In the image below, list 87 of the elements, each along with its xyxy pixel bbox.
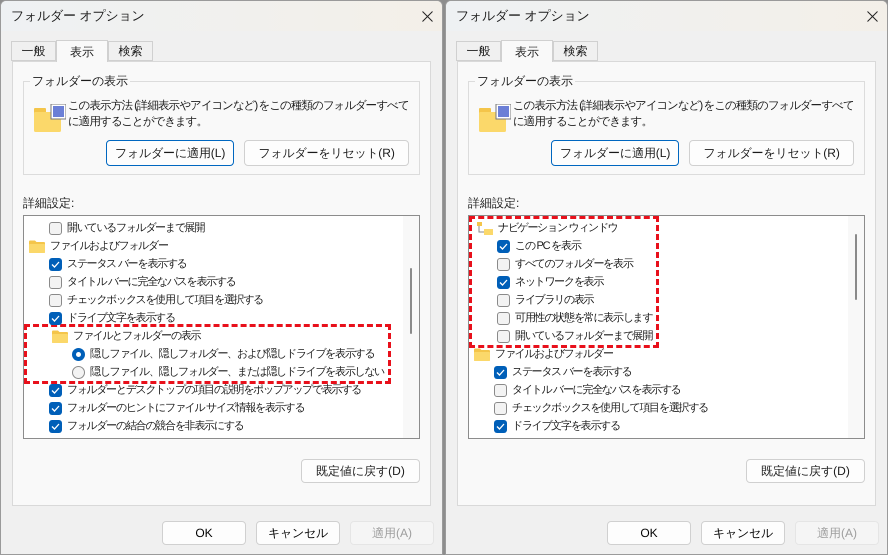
checkbox[interactable] bbox=[494, 384, 507, 396]
window-title: フォルダー オプション bbox=[456, 7, 590, 26]
close-icon bbox=[422, 10, 432, 22]
group-label: ナビゲーション ウィンドウ bbox=[498, 220, 618, 236]
checkbox[interactable] bbox=[497, 258, 510, 270]
checkbox[interactable] bbox=[494, 366, 507, 378]
checkbox[interactable] bbox=[49, 276, 62, 288]
check-icon bbox=[51, 386, 60, 394]
group-label: ファイルおよびフォルダー bbox=[50, 238, 168, 254]
radio-button[interactable] bbox=[72, 348, 85, 360]
advanced-label: 詳細設定: bbox=[468, 195, 520, 211]
tab[interactable]: 検索 bbox=[553, 41, 598, 61]
checkbox[interactable] bbox=[497, 240, 510, 252]
checkbox[interactable] bbox=[49, 312, 62, 324]
dialog-button[interactable]: キャンセル bbox=[256, 521, 340, 545]
setting-label: タイトル バーに完全なパスを表示する bbox=[67, 274, 236, 290]
dialog-button[interactable]: キャンセル bbox=[701, 521, 785, 545]
folder-icon bbox=[474, 348, 490, 360]
checkbox[interactable] bbox=[494, 420, 507, 432]
tab[interactable]: 検索 bbox=[108, 41, 153, 61]
scrollbar[interactable] bbox=[848, 216, 864, 438]
advanced-label: 詳細設定: bbox=[23, 195, 76, 211]
restore-defaults-button[interactable]: 既定値に戻す(D) bbox=[746, 459, 865, 483]
setting-label: フォルダーのヒントにファイル サイズ情報を表示する bbox=[67, 400, 304, 416]
checkbox[interactable] bbox=[497, 294, 510, 306]
setting-label: 隠しファイル、隠しフォルダー、または隠しドライブを表示しない bbox=[90, 364, 384, 380]
close-icon bbox=[866, 10, 878, 22]
check-icon bbox=[51, 260, 60, 268]
check-icon bbox=[51, 404, 60, 412]
setting-label: ライブラリの表示 bbox=[515, 292, 594, 308]
setting-label: 可用性の状態を常に表示します bbox=[515, 310, 652, 326]
tab[interactable]: 表示 bbox=[56, 40, 108, 62]
tab[interactable]: 一般 bbox=[11, 41, 56, 61]
checkbox[interactable] bbox=[49, 420, 62, 432]
setting-label: チェックボックスを使用して項目を選択する bbox=[67, 292, 264, 308]
dialog-button[interactable]: OK bbox=[607, 521, 691, 545]
group-title: フォルダーの表示 bbox=[475, 73, 575, 89]
folder-button[interactable]: フォルダーをリセット(R) bbox=[689, 140, 854, 166]
setting-label: ドライブ文字を表示する bbox=[67, 310, 175, 326]
window-title: フォルダー オプション bbox=[11, 7, 145, 26]
group-label: ファイルおよびフォルダー bbox=[495, 346, 613, 362]
setting-label: 開いているフォルダーまで展開 bbox=[515, 328, 652, 344]
dialog-button[interactable]: OK bbox=[162, 521, 246, 545]
setting-label: ステータス バーを表示する bbox=[512, 364, 632, 380]
setting-label: フォルダーの結合の競合を非表示にする bbox=[67, 418, 244, 434]
setting-label: 開いているフォルダーまで展開 bbox=[67, 220, 204, 236]
check-icon bbox=[51, 422, 60, 430]
check-icon bbox=[499, 242, 508, 250]
tab[interactable]: 表示 bbox=[501, 40, 553, 62]
setting-label: フォルダーとデスクトップの項目の説明をポップアップで表示する bbox=[67, 382, 362, 398]
folder-icon bbox=[29, 240, 45, 252]
check-icon bbox=[499, 278, 508, 286]
check-icon bbox=[51, 314, 60, 322]
tree-folder-icon bbox=[477, 222, 493, 234]
setting-label: すべてのフォルダーを表示 bbox=[515, 256, 633, 272]
checkbox[interactable] bbox=[497, 330, 510, 342]
tab[interactable]: 一般 bbox=[456, 41, 501, 61]
group-label: ファイルとフォルダーの表示 bbox=[73, 328, 200, 344]
setting-label: 隠しファイル、隠しフォルダー、および隠しドライブを表示する bbox=[90, 346, 374, 362]
description-text: この表示方法 (詳細表示やアイコンなど) をこの種類のフォルダーすべてに適用することができます。 bbox=[68, 98, 409, 130]
setting-label: ドライブ文字を表示する bbox=[512, 418, 620, 434]
folder-button[interactable]: フォルダーをリセット(R) bbox=[244, 140, 409, 166]
folder-grid-icon bbox=[34, 104, 66, 132]
folder-button[interactable]: フォルダーに適用(L) bbox=[106, 140, 234, 166]
checkbox[interactable] bbox=[49, 402, 62, 414]
folder-button[interactable]: フォルダーに適用(L) bbox=[551, 140, 680, 166]
folder-icon bbox=[52, 330, 68, 342]
check-icon bbox=[496, 422, 505, 430]
checkbox[interactable] bbox=[49, 384, 62, 396]
setting-label: ステータス バーを表示する bbox=[67, 256, 186, 272]
setting-label: チェックボックスを使用して項目を選択する bbox=[512, 400, 708, 416]
setting-label: タイトル バーに完全なパスを表示する bbox=[512, 382, 680, 398]
restore-defaults-button[interactable]: 既定値に戻す(D) bbox=[301, 459, 420, 483]
scrollbar[interactable] bbox=[403, 216, 419, 438]
checkbox[interactable] bbox=[49, 222, 62, 234]
setting-label: この PC を表示 bbox=[515, 238, 581, 254]
checkbox[interactable] bbox=[497, 276, 510, 288]
checkbox[interactable] bbox=[497, 312, 510, 324]
checkbox[interactable] bbox=[49, 294, 62, 306]
folder-grid-icon bbox=[479, 104, 511, 132]
setting-label: ネットワークを表示 bbox=[515, 274, 604, 290]
group-title: フォルダーの表示 bbox=[30, 73, 130, 89]
check-icon bbox=[496, 368, 505, 376]
description-text: この表示方法 (詳細表示やアイコンなど) をこの種類のフォルダーすべてに適用することができます。 bbox=[513, 98, 854, 130]
radio-button[interactable] bbox=[72, 366, 85, 378]
checkbox[interactable] bbox=[49, 258, 62, 270]
checkbox[interactable] bbox=[494, 402, 507, 414]
